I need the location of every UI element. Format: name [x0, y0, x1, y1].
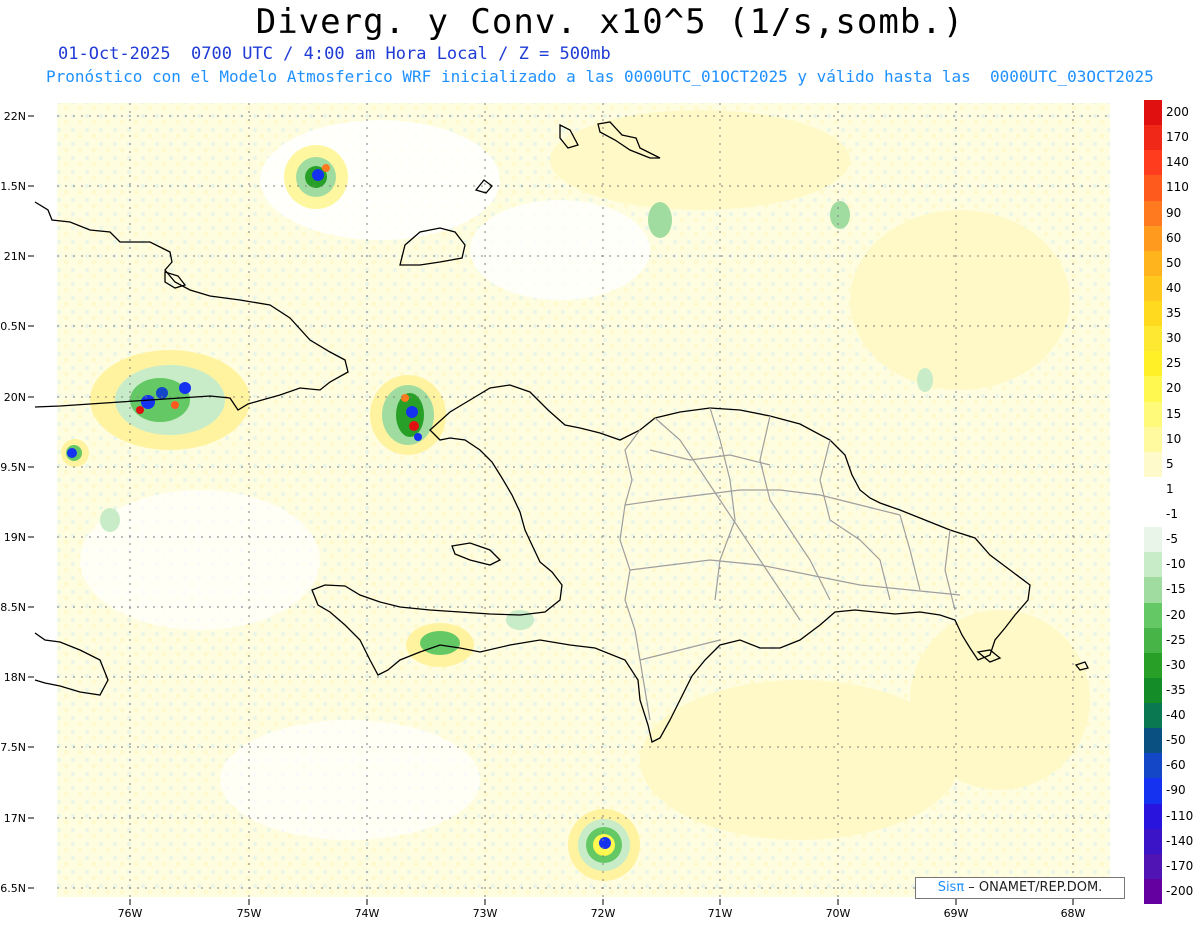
credit-text: – ONAMET/REP.DOM. — [964, 880, 1103, 895]
colorbar-label: 20 — [1166, 381, 1182, 396]
forecast-map: 22N 1.5N 21N 0.5N 20N 9.5N 19N 8.5N 18N … — [0, 103, 1110, 920]
colorbar-label: -60 — [1166, 758, 1186, 773]
colorbar-label: 30 — [1166, 331, 1182, 346]
colorbar-swatch — [1144, 476, 1162, 502]
lon-label: 76W — [118, 907, 143, 920]
credit-box: Sisπ – ONAMET/REP.DOM. — [915, 877, 1125, 899]
colorbar-label: 200 — [1166, 105, 1189, 119]
lat-axis: 22N 1.5N 21N 0.5N 20N 9.5N 19N 8.5N 18N … — [0, 110, 26, 895]
lon-label: 73W — [473, 907, 498, 920]
lon-label: 72W — [591, 907, 616, 920]
colorbar-swatch — [1144, 426, 1162, 452]
colorbar-label: 35 — [1166, 306, 1182, 320]
sispi-logo-text: Sisπ — [937, 880, 965, 895]
lat-label: 19N — [4, 531, 26, 544]
colorbar-label: -10 — [1166, 557, 1186, 572]
colorbar-label: 60 — [1166, 230, 1182, 245]
colorbar-swatch — [1144, 125, 1162, 151]
colorbar-swatch — [1144, 878, 1162, 904]
colorbar-swatch — [1144, 326, 1162, 352]
lon-ticks — [129, 899, 1074, 905]
colorbar-swatch — [1144, 602, 1162, 628]
colorbar-swatch — [1144, 401, 1162, 427]
colorbar-label: -1 — [1166, 507, 1178, 521]
lon-axis: 76W 75W 74W 73W 72W 71W 70W 69W 68W — [118, 907, 1086, 920]
cell-south — [568, 809, 640, 881]
colorbar-label: 170 — [1166, 130, 1189, 145]
lon-label: 75W — [237, 907, 262, 920]
colorbar-label: -40 — [1166, 708, 1186, 722]
lon-label: 69W — [944, 907, 969, 920]
colorbar-label: -5 — [1166, 532, 1178, 547]
colorbar-swatch — [1144, 803, 1162, 829]
colorbar-label: -30 — [1166, 657, 1186, 672]
lon-label: 70W — [826, 907, 851, 920]
colorbar-swatch — [1144, 703, 1162, 729]
lat-label: 22N — [4, 110, 26, 123]
colorbar-swatch — [1144, 853, 1162, 879]
colorbar — [1144, 100, 1162, 904]
colorbar-swatch — [1144, 652, 1162, 678]
lon-label: 71W — [708, 907, 733, 920]
lat-ticks — [28, 115, 34, 889]
lat-label: 21N — [4, 250, 26, 263]
colorbar-swatch — [1144, 552, 1162, 578]
colorbar-label: -200 — [1166, 883, 1194, 898]
lat-label: 6.5N — [0, 882, 26, 895]
colorbar-label: 40 — [1166, 280, 1182, 295]
colorbar-label: 5 — [1166, 456, 1174, 471]
colorbar-swatch — [1144, 502, 1162, 528]
colorbar-swatch — [1144, 301, 1162, 327]
cell-north — [284, 145, 348, 209]
colorbar-swatch — [1144, 351, 1162, 377]
colorbar-label: 140 — [1166, 155, 1189, 170]
colorbar-label: 90 — [1166, 205, 1182, 220]
colorbar-swatch — [1144, 275, 1162, 301]
colorbar-label: 15 — [1166, 406, 1182, 421]
colorbar-swatch — [1144, 250, 1162, 276]
colorbar-label: -170 — [1166, 858, 1194, 873]
colorbar-swatch — [1144, 627, 1162, 653]
lat-label: 18N — [4, 671, 26, 684]
lon-label: 74W — [355, 907, 380, 920]
colorbar-label: 110 — [1166, 180, 1189, 195]
lat-label: 7.5N — [0, 741, 26, 754]
colorbar-label: 10 — [1166, 431, 1182, 446]
colorbar-swatch — [1144, 200, 1162, 226]
cell-west — [61, 439, 89, 467]
colorbar-label: 1 — [1166, 481, 1174, 496]
colorbar-swatch — [1144, 577, 1162, 603]
cell-windward-passage — [370, 375, 446, 455]
cell-cuba-east — [90, 350, 250, 450]
lat-label: 20N — [4, 391, 26, 404]
colorbar-label: -140 — [1166, 833, 1194, 848]
colorbar-label: 50 — [1166, 255, 1182, 270]
colorbar-swatch — [1144, 150, 1162, 176]
colorbar-swatch — [1144, 778, 1162, 804]
colorbar-swatch — [1144, 753, 1162, 779]
colorbar-swatch — [1144, 225, 1162, 251]
lon-label: 68W — [1061, 907, 1086, 920]
colorbar-label: -50 — [1166, 733, 1186, 748]
colorbar-label: 25 — [1166, 356, 1182, 371]
colorbar-swatch — [1144, 828, 1162, 854]
lat-label: 9.5N — [0, 461, 26, 474]
colorbar-swatch — [1144, 451, 1162, 477]
colorbar-label: -110 — [1166, 808, 1194, 823]
colorbar-label: -25 — [1166, 632, 1186, 647]
lat-label: 8.5N — [0, 601, 26, 614]
colorbar-swatch — [1144, 527, 1162, 553]
colorbar-swatch — [1144, 175, 1162, 201]
colorbar-swatch — [1144, 677, 1162, 703]
colorbar-label: -20 — [1166, 607, 1186, 622]
colorbar-swatch — [1144, 728, 1162, 754]
colorbar-label: -15 — [1166, 582, 1186, 597]
lat-label: 0.5N — [0, 320, 26, 333]
lat-label: 1.5N — [0, 180, 26, 193]
colorbar-label: -90 — [1166, 783, 1186, 798]
colorbar-swatch — [1144, 100, 1162, 126]
colorbar-label: -35 — [1166, 682, 1186, 697]
colorbar-swatch — [1144, 376, 1162, 402]
lat-label: 17N — [4, 812, 26, 825]
